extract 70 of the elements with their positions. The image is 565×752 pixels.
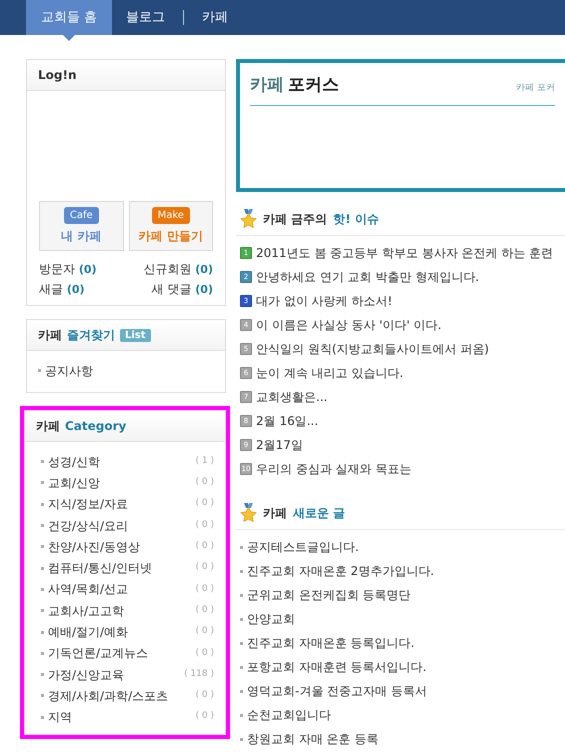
- post-link[interactable]: 대가 없이 사랑케 하소서!: [256, 292, 392, 310]
- star-medal-icon: [240, 209, 257, 228]
- section-title-highlight: 핫! 이슈: [333, 210, 379, 228]
- cafe-button[interactable]: Cafe 내 카페: [39, 201, 124, 251]
- post-link[interactable]: 안양교회: [247, 610, 295, 628]
- favorite-link[interactable]: 공지사항: [45, 362, 93, 380]
- stat-label: 방문자 (0): [39, 261, 98, 278]
- post-link[interactable]: 안식일의 원칙(지방교회들사이트에서 퍼옴): [256, 340, 489, 358]
- category-link[interactable]: 예배/절기/예화: [48, 623, 128, 642]
- post-count: ( 1 ): [196, 454, 214, 468]
- category-link[interactable]: 기독언론/교계뉴스: [48, 644, 148, 662]
- post-count: ( 0 ): [196, 518, 214, 532]
- post-link[interactable]: 진주교회 자매온훈 등록입니다.: [247, 634, 414, 652]
- list-tag: List: [120, 328, 151, 342]
- post-count: ( 0 ): [196, 497, 214, 510]
- stat-label: 신규회원 (0): [143, 261, 213, 278]
- post-link[interactable]: 2월 16일...: [256, 412, 318, 430]
- post-count: ( 0 ): [196, 582, 214, 596]
- nav-tab[interactable]: 블로그: [112, 0, 180, 35]
- panel-title-highlight: 즐겨찾기: [67, 327, 115, 344]
- post-link[interactable]: 포항교회 자매훈련 등록서입니다.: [247, 658, 426, 676]
- tag: Make: [152, 207, 190, 224]
- category-link[interactable]: 지역: [48, 708, 72, 726]
- post-link[interactable]: 진주교회 자매온훈 2명추가입니다.: [247, 562, 434, 580]
- section-title-highlight: 새로운 글: [293, 504, 346, 522]
- post-count: ( 118 ): [184, 668, 214, 681]
- post-link[interactable]: 교회생활은...: [256, 388, 328, 406]
- panel-title: 카페: [250, 74, 284, 97]
- category-link[interactable]: 건강/상식/요리: [48, 516, 128, 535]
- section-title: 카페 금주의: [263, 210, 328, 228]
- post-count: ( 0 ): [196, 646, 214, 660]
- category-link[interactable]: 성경/신학: [48, 452, 100, 471]
- tab-pointer-icon: [63, 35, 76, 41]
- post-link[interactable]: 2011년도 봄 중고등부 학부모 봉사자 온전케 하는 훈련: [256, 244, 554, 262]
- post-count: ( 0 ): [196, 561, 214, 574]
- star-medal-icon: [240, 503, 257, 522]
- post-link[interactable]: 영덕교회-겨울 전중고자매 등록서: [247, 682, 427, 700]
- post-count: ( 0 ): [196, 625, 214, 638]
- tag: Cafe: [64, 207, 99, 224]
- category-link[interactable]: 경제/사회/과학/스포츠: [48, 686, 168, 705]
- post-link[interactable]: 순천교회입니다: [247, 706, 331, 724]
- panel-title: 카페: [36, 418, 60, 435]
- post-link[interactable]: 눈이 계속 내리고 있습니다.: [256, 364, 404, 382]
- nav-tab[interactable]: 교회들 홈: [26, 0, 112, 35]
- post-count: ( 0 ): [196, 710, 214, 724]
- category-link[interactable]: 가정/신앙교육: [48, 666, 124, 684]
- category-link[interactable]: 사역/목회/선교: [48, 580, 128, 598]
- post-link[interactable]: 군위교회 온전케집회 등록명단: [247, 586, 411, 604]
- post-link[interactable]: 이 이름은 사실상 동사 '이다' 이다.: [256, 316, 442, 334]
- post-count: ( 0 ): [196, 604, 214, 617]
- post-link[interactable]: 안녕하세요 연기 교회 박출만 형제입니다.: [256, 268, 480, 286]
- panel-title: 카페: [38, 327, 62, 344]
- category-link[interactable]: 컴퓨터/통신/인터넷: [48, 559, 152, 578]
- category-link[interactable]: 교회사/고고학: [48, 602, 124, 620]
- post-count: ( 0 ): [196, 540, 214, 554]
- post-count: ( 0 ): [196, 476, 214, 490]
- post-link[interactable]: 창원교회 자매 온훈 등록: [247, 730, 378, 748]
- stat-label: 새 댓글 (0): [150, 280, 213, 298]
- category-link[interactable]: 지식/정보/자료: [48, 495, 128, 514]
- post-link[interactable]: 우리의 중심과 실재와 목표는: [256, 460, 412, 478]
- category-link[interactable]: 교회/신앙: [48, 474, 100, 492]
- section-title: 카페: [263, 504, 287, 522]
- category-link[interactable]: 찬양/사진/동영상: [48, 538, 140, 556]
- post-link[interactable]: 공지테스트글입니다.: [247, 538, 359, 556]
- panel-title-highlight: Category: [65, 418, 126, 435]
- panel-title: 포커스: [288, 74, 339, 97]
- nav-tab[interactable]: 카페: [188, 0, 242, 35]
- post-count: ( 0 ): [196, 689, 214, 702]
- stat-label: 새글 (0): [39, 280, 86, 298]
- post-link[interactable]: 2월17일: [256, 436, 303, 454]
